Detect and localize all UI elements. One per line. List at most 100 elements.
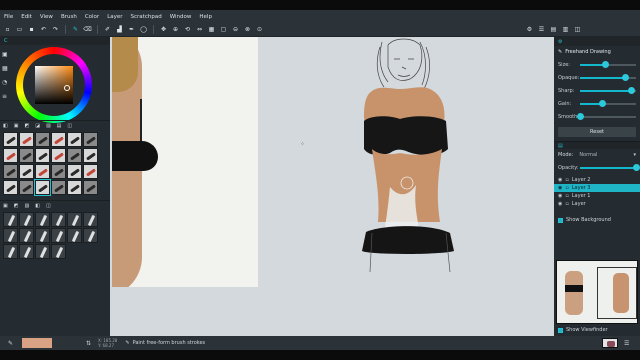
preset-tab-icon[interactable]: ◫: [67, 123, 72, 129]
pencil-preset[interactable]: [35, 244, 50, 259]
layer-item[interactable]: ◉ ▫ Layer: [554, 200, 640, 208]
preset-tab-icon[interactable]: ◧: [35, 203, 40, 209]
preset-tab-icon[interactable]: ▣: [14, 123, 19, 129]
open-icon[interactable]: ▭: [15, 25, 24, 34]
eraser-icon[interactable]: ⌫: [83, 25, 92, 34]
brush-preset[interactable]: [35, 132, 50, 147]
color-picker-marker[interactable]: [64, 85, 70, 91]
gain-slider-track[interactable]: [580, 99, 636, 107]
layer-item[interactable]: ◉ ▫ Layer 1: [554, 192, 640, 200]
snap-icon[interactable]: ⊗: [243, 25, 252, 34]
layer-item-active[interactable]: ◉ ▫ Layer 3: [554, 184, 640, 192]
viewfinder-preview[interactable]: [556, 260, 638, 324]
show-viewfinder-checkbox[interactable]: [558, 327, 563, 333]
menu-scratchpad[interactable]: Scratchpad: [131, 14, 162, 20]
show-background-row[interactable]: Show Background: [554, 214, 640, 226]
preset-tab-icon[interactable]: ◪: [35, 123, 40, 129]
preset-tab-icon[interactable]: ◫: [46, 203, 51, 209]
pencil-preset[interactable]: [3, 228, 18, 243]
brush-preset[interactable]: [83, 164, 98, 179]
brush-settings-icon[interactable]: ☰: [537, 25, 546, 34]
gain-slider-knob[interactable]: [598, 99, 606, 107]
new-file-icon[interactable]: ▫: [3, 25, 12, 34]
menu-brush[interactable]: Brush: [61, 14, 77, 20]
pencil-preset[interactable]: [67, 212, 82, 227]
gain-slider[interactable]: Gain:: [554, 97, 640, 110]
layer-opacity-slider[interactable]: Opacity:: [554, 161, 640, 174]
brush-preset[interactable]: [83, 148, 98, 163]
layer-opacity-track[interactable]: [580, 163, 640, 171]
brush-preset-selected[interactable]: [34, 179, 51, 196]
pencil-preset[interactable]: [35, 212, 50, 227]
brush-preset[interactable]: [19, 132, 34, 147]
brush-preset[interactable]: [3, 180, 18, 195]
brush-preset[interactable]: [51, 164, 66, 179]
brush-preset[interactable]: [83, 180, 98, 195]
size-slider-track[interactable]: [580, 60, 636, 68]
show-background-checkbox[interactable]: [558, 217, 563, 223]
brush-preset[interactable]: [83, 132, 98, 147]
redo-icon[interactable]: ↷: [51, 25, 60, 34]
preset-tab-icon[interactable]: ◩: [24, 123, 29, 129]
zoom-icon[interactable]: ⊕: [171, 25, 180, 34]
eyedropper-icon[interactable]: ✒: [127, 25, 136, 34]
preset-tab-icon[interactable]: ▣: [3, 203, 8, 209]
brush-preset[interactable]: [35, 164, 50, 179]
pencil-preset[interactable]: [51, 244, 66, 259]
layers-tab-icon[interactable]: ▤: [558, 143, 563, 149]
brush-preset[interactable]: [3, 148, 18, 163]
brush-preset[interactable]: [67, 132, 82, 147]
pencil-preset[interactable]: [67, 228, 82, 243]
smooth-slider-track[interactable]: [576, 112, 636, 120]
lock-icon[interactable]: ▫: [565, 185, 568, 191]
scratchpad-icon[interactable]: ◫: [573, 25, 582, 34]
brush-preset[interactable]: [51, 180, 66, 195]
menu-color[interactable]: Color: [85, 14, 99, 20]
preset-tab-icon[interactable]: ◧: [3, 123, 8, 129]
menu-help[interactable]: Help: [199, 14, 212, 20]
menu-view[interactable]: View: [40, 14, 53, 20]
layers-panel-icon[interactable]: ▤: [549, 25, 558, 34]
show-viewfinder-row[interactable]: Show Viewfinder: [554, 324, 612, 336]
brush-preset[interactable]: [67, 180, 82, 195]
grid-icon[interactable]: ▦: [207, 25, 216, 34]
eye-icon[interactable]: ◉: [558, 177, 562, 183]
opaque-slider-knob[interactable]: [622, 73, 630, 81]
pencil-preset[interactable]: [83, 228, 98, 243]
smooth-slider[interactable]: Smooth:: [554, 110, 640, 123]
sharp-slider-track[interactable]: [580, 86, 636, 94]
lock-icon[interactable]: ▫: [565, 177, 568, 183]
mini-preview-thumb[interactable]: [602, 338, 618, 348]
menu-window[interactable]: Window: [170, 14, 192, 20]
chevron-down-icon[interactable]: ▾: [633, 152, 636, 158]
swap-colors-icon[interactable]: ⇅: [86, 340, 91, 347]
sharp-slider-knob[interactable]: [628, 86, 636, 94]
eye-icon[interactable]: ◉: [558, 193, 562, 199]
settings-icon[interactable]: ⚙: [525, 25, 534, 34]
canvas-area[interactable]: ⁘: [110, 37, 554, 336]
brush-preset[interactable]: [19, 148, 34, 163]
layer-opacity-knob[interactable]: [632, 163, 640, 171]
rotate-icon[interactable]: ⟲: [183, 25, 192, 34]
smudge-icon[interactable]: ✐: [103, 25, 112, 34]
brush-preset[interactable]: [35, 148, 50, 163]
menu-edit[interactable]: Edit: [21, 14, 32, 20]
ellipse-icon[interactable]: ◯: [139, 25, 148, 34]
pencil-preset[interactable]: [19, 228, 34, 243]
lock-icon[interactable]: ▫: [565, 193, 568, 199]
preset-tab-icon[interactable]: ▨: [46, 123, 51, 129]
pencil-preset[interactable]: [51, 228, 66, 243]
preset-tab-icon[interactable]: ▨: [24, 203, 29, 209]
pencil-preset[interactable]: [19, 244, 34, 259]
viewfinder-frame[interactable]: [597, 267, 637, 319]
menu-layer[interactable]: Layer: [107, 14, 122, 20]
window-icon[interactable]: ▢: [219, 25, 228, 34]
size-slider[interactable]: Size:: [554, 58, 640, 71]
reset-button[interactable]: Reset: [558, 127, 636, 137]
menu-file[interactable]: File: [4, 14, 13, 20]
brush-settings-tab-icon[interactable]: ⚙: [558, 39, 562, 45]
pencil-preset[interactable]: [51, 212, 66, 227]
mirror-icon[interactable]: ⇔: [195, 25, 204, 34]
pencil-preset[interactable]: [3, 212, 18, 227]
dropper-toggle-icon[interactable]: ⊙: [255, 25, 264, 34]
